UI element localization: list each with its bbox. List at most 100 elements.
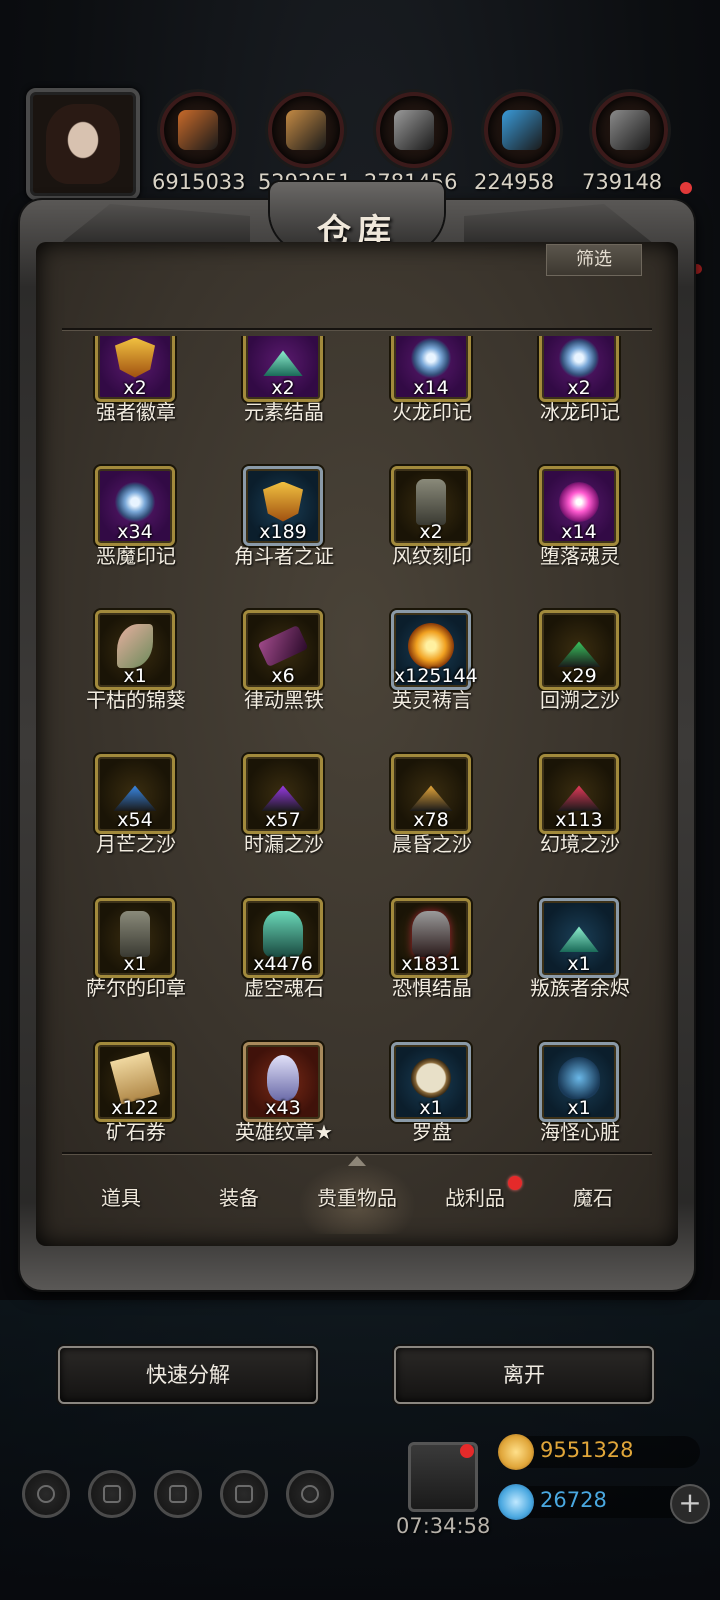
item-slot[interactable]: x1 [391, 1042, 471, 1122]
filter-button[interactable]: 筛选 [546, 244, 642, 276]
wood-icon[interactable] [268, 92, 344, 168]
divider [62, 1152, 652, 1154]
item-name: 元素结晶 [244, 400, 324, 424]
meat-icon-glyph [178, 110, 218, 150]
item-slot[interactable]: x2 [95, 336, 175, 402]
item-slot[interactable]: x1 [95, 898, 175, 978]
item-slot[interactable]: x113 [539, 754, 619, 834]
stone-icon[interactable] [376, 92, 452, 168]
iron-icon[interactable] [592, 92, 668, 168]
item-grid-viewport[interactable]: x2 强者徽章 x2 元素结晶 x14 火龙印记 x2 冰龙印记 x34 恶魔印记 x189 角斗者之… [62, 336, 654, 1148]
settings-icon[interactable] [22, 1470, 70, 1518]
resource-amount: 6915033 [152, 170, 246, 194]
gift-notification-dot [460, 1444, 474, 1458]
item-cell[interactable]: x1831 恐惧结晶 [358, 898, 506, 1042]
item-cell[interactable]: x6 律动黑铁 [210, 610, 358, 754]
item-cell[interactable]: x1 罗盘 [358, 1042, 506, 1148]
gem-amount: 26728 [540, 1488, 607, 1512]
item-cell[interactable]: x2 冰龙印记 [506, 336, 654, 466]
item-slot[interactable]: x2 [243, 336, 323, 402]
tab-3[interactable]: 战利品 [416, 1162, 534, 1234]
add-gem-button[interactable]: + [670, 1484, 710, 1524]
item-slot[interactable]: x34 [95, 466, 175, 546]
item-cell[interactable]: x125144 英灵祷言 [358, 610, 506, 754]
item-cell[interactable]: x189 角斗者之证 [210, 466, 358, 610]
divider [62, 328, 652, 330]
crystal-icon-glyph [502, 110, 542, 150]
gold-amount: 9551328 [540, 1438, 634, 1462]
item-name: 月芒之沙 [96, 832, 176, 856]
item-name: 英灵祷言 [392, 688, 472, 712]
item-slot[interactable]: x1831 [391, 898, 471, 978]
item-cell[interactable]: x1 海怪心脏 [506, 1042, 654, 1148]
meat-icon[interactable] [160, 92, 236, 168]
hero-icon[interactable] [88, 1470, 136, 1518]
item-cell[interactable]: x1 萨尔的印章 [62, 898, 210, 1042]
item-name: 恶魔印记 [96, 544, 176, 568]
item-cell[interactable]: x113 幻境之沙 [506, 754, 654, 898]
item-name: 矿石券 [106, 1120, 166, 1144]
item-cell[interactable]: x57 时漏之沙 [210, 754, 358, 898]
iron-icon-glyph [610, 110, 650, 150]
item-name: 角斗者之证 [234, 544, 334, 568]
item-cell[interactable]: x1 干枯的锦葵 [62, 610, 210, 754]
quick-decompose-button[interactable]: 快速分解 [58, 1346, 318, 1404]
item-cell[interactable]: x43 英雄纹章★ [210, 1042, 358, 1148]
stone-icon-glyph [394, 110, 434, 150]
item-cell[interactable]: x2 风纹刻印 [358, 466, 506, 610]
item-slot[interactable]: x43 [243, 1042, 323, 1122]
item-cell[interactable]: x14 堕落魂灵 [506, 466, 654, 610]
crystal-icon[interactable] [484, 92, 560, 168]
player-avatar[interactable] [26, 88, 140, 200]
mail-icon[interactable] [220, 1470, 268, 1518]
item-slot[interactable]: x29 [539, 610, 619, 690]
tab-4[interactable]: 魔石 [534, 1162, 652, 1234]
gem-icon [498, 1484, 534, 1520]
item-slot[interactable]: x78 [391, 754, 471, 834]
item-cell[interactable]: x34 恶魔印记 [62, 466, 210, 610]
item-slot[interactable]: x1 [95, 610, 175, 690]
tab-1[interactable]: 装备 [180, 1162, 298, 1234]
guild-icon[interactable] [286, 1470, 334, 1518]
item-slot[interactable]: x189 [243, 466, 323, 546]
gift-timer: 07:34:58 [396, 1514, 491, 1538]
tab-label: 战利品 [445, 1186, 505, 1210]
item-name: 干枯的锦葵 [86, 688, 186, 712]
item-slot[interactable]: x2 [391, 466, 471, 546]
item-cell[interactable]: x122 矿石券 [62, 1042, 210, 1148]
item-name: 时漏之沙 [244, 832, 324, 856]
item-name: 英雄纹章★ [235, 1120, 333, 1144]
gold-coin-icon [498, 1434, 534, 1470]
item-slot[interactable]: x14 [391, 336, 471, 402]
item-slot[interactable]: x125144 [391, 610, 478, 690]
item-cell[interactable]: x1 叛族者余烬 [506, 898, 654, 1042]
item-slot[interactable]: x4476 [243, 898, 323, 978]
item-cell[interactable]: x4476 虚空魂石 [210, 898, 358, 1042]
tab-0[interactable]: 道具 [62, 1162, 180, 1234]
item-name: 幻境之沙 [540, 832, 620, 856]
castle-icon[interactable] [154, 1470, 202, 1518]
item-cell[interactable]: x14 火龙印记 [358, 336, 506, 466]
item-slot[interactable]: x1 [539, 898, 619, 978]
item-cell[interactable]: x29 回溯之沙 [506, 610, 654, 754]
item-slot[interactable]: x122 [95, 1042, 175, 1122]
item-slot[interactable]: x54 [95, 754, 175, 834]
leave-button[interactable]: 离开 [394, 1346, 654, 1404]
item-slot[interactable]: x14 [539, 466, 619, 546]
tab-notification-dot [508, 1176, 522, 1190]
item-name: 晨昏之沙 [392, 832, 472, 856]
item-slot[interactable]: x6 [243, 610, 323, 690]
item-slot[interactable]: x57 [243, 754, 323, 834]
notification-dot [680, 182, 692, 194]
item-name: 律动黑铁 [244, 688, 324, 712]
item-slot[interactable]: x1 [539, 1042, 619, 1122]
tab-2[interactable]: 贵重物品 [298, 1156, 416, 1234]
item-cell[interactable]: x2 强者徽章 [62, 336, 210, 466]
item-grid: x2 强者徽章 x2 元素结晶 x14 火龙印记 x2 冰龙印记 x34 恶魔印记 x189 角斗者之… [62, 336, 654, 1148]
item-cell[interactable]: x2 元素结晶 [210, 336, 358, 466]
item-cell[interactable]: x78 晨昏之沙 [358, 754, 506, 898]
item-slot[interactable]: x2 [539, 336, 619, 402]
item-name: 叛族者余烬 [530, 976, 630, 1000]
warehouse-dialog: 仓库 筛选 x2 强者徽章 x2 元素结晶 x14 火龙印记 x2 冰龙印记 x34 恶魔印记 x1… [20, 182, 694, 1290]
item-cell[interactable]: x54 月芒之沙 [62, 754, 210, 898]
